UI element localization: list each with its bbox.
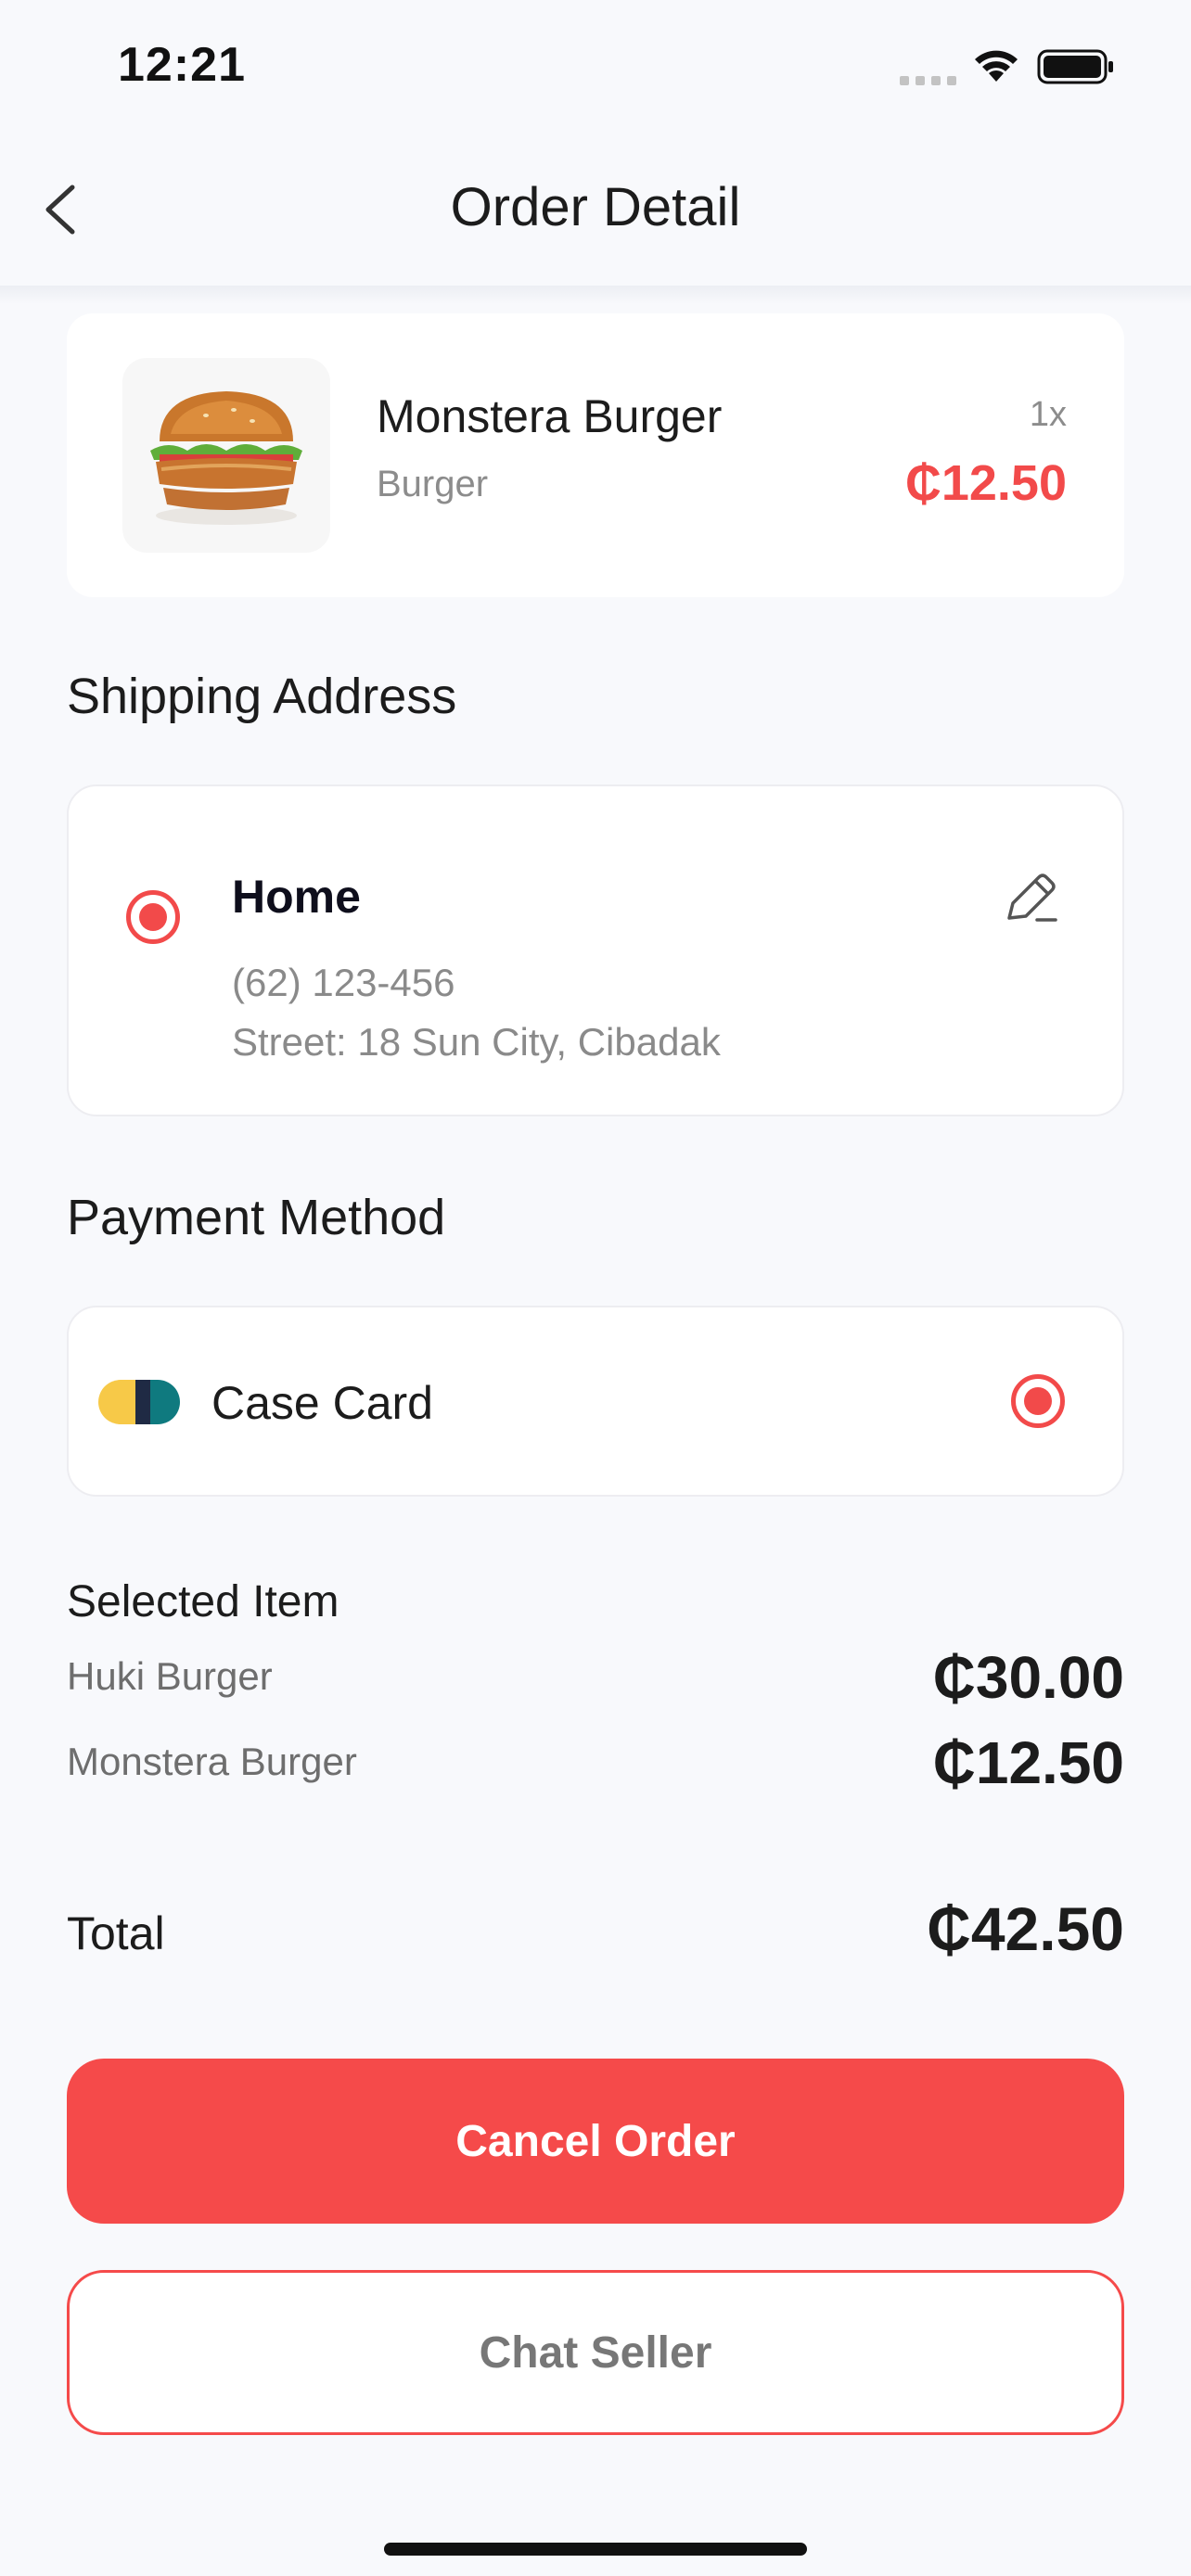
summary-title: Selected Item <box>67 1577 339 1626</box>
product-category: Burger <box>377 464 489 504</box>
address-street: Street: 18 Sun City, Cibadak <box>232 1020 721 1064</box>
summary-item-price: ₵12.50 <box>932 1729 1124 1796</box>
card-brand-icon <box>98 1380 180 1424</box>
battery-icon <box>1037 49 1113 84</box>
summary-item-price: ₵30.00 <box>932 1644 1124 1711</box>
burger-image <box>122 358 330 553</box>
cancel-order-button[interactable]: Cancel Order <box>67 2059 1124 2224</box>
product-card[interactable]: Monstera Burger Burger 1x ₵12.50 <box>67 313 1124 597</box>
payment-section-title: Payment Method <box>67 1190 446 1245</box>
product-price: ₵12.50 <box>904 455 1067 511</box>
address-card[interactable]: Home (62) 123-456 Street: 18 Sun City, C… <box>67 784 1124 1116</box>
home-indicator[interactable] <box>384 2543 807 2556</box>
cellular-signal-icon <box>900 76 957 85</box>
address-label: Home <box>232 871 361 923</box>
summary-item-name: Monstera Burger <box>67 1740 357 1783</box>
payment-method-label: Case Card <box>211 1377 433 1429</box>
total-label: Total <box>67 1907 165 1959</box>
address-radio[interactable] <box>126 890 180 944</box>
payment-radio[interactable] <box>1011 1374 1065 1428</box>
header: Order Detail <box>0 139 1191 287</box>
shipping-section-title: Shipping Address <box>67 669 457 724</box>
total-value: ₵42.50 <box>927 1894 1124 1963</box>
status-time: 12:21 <box>118 38 246 92</box>
product-quantity: 1x <box>1029 395 1067 434</box>
edit-icon[interactable] <box>1000 868 1061 929</box>
status-bar: 12:21 <box>0 0 1191 139</box>
chat-seller-button[interactable]: Chat Seller <box>67 2270 1124 2435</box>
wifi-icon <box>975 50 1018 82</box>
header-divider <box>0 286 1191 304</box>
page-title: Order Detail <box>450 177 741 237</box>
payment-card[interactable]: Case Card <box>67 1306 1124 1497</box>
summary-item-name: Huki Burger <box>67 1654 273 1698</box>
address-phone: (62) 123-456 <box>232 961 455 1004</box>
product-name: Monstera Burger <box>377 390 723 442</box>
